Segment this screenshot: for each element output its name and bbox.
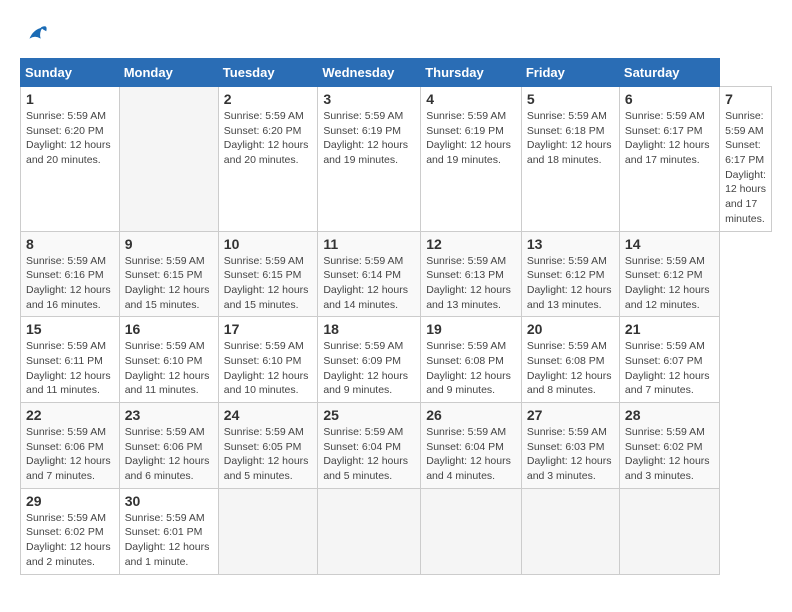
calendar-cell-1: 1Sunrise: 5:59 AMSunset: 6:20 PMDaylight… [21, 87, 120, 232]
calendar-cell-19: 19Sunrise: 5:59 AMSunset: 6:08 PMDayligh… [421, 317, 522, 403]
calendar-cell-empty-3-3 [318, 488, 421, 574]
calendar-cell-20: 20Sunrise: 5:59 AMSunset: 6:08 PMDayligh… [521, 317, 619, 403]
logo-bird-icon [22, 20, 50, 48]
calendar-week-3: 15Sunrise: 5:59 AMSunset: 6:11 PMDayligh… [21, 317, 772, 403]
calendar-cell-16: 16Sunrise: 5:59 AMSunset: 6:10 PMDayligh… [119, 317, 218, 403]
calendar-cell-15: 15Sunrise: 5:59 AMSunset: 6:11 PMDayligh… [21, 317, 120, 403]
calendar-week-5: 29Sunrise: 5:59 AMSunset: 6:02 PMDayligh… [21, 488, 772, 574]
calendar-week-1: 1Sunrise: 5:59 AMSunset: 6:20 PMDaylight… [21, 87, 772, 232]
calendar-header-thursday: Thursday [421, 59, 522, 87]
calendar-cell-28: 28Sunrise: 5:59 AMSunset: 6:02 PMDayligh… [619, 403, 719, 489]
calendar-cell-empty-3-6 [619, 488, 719, 574]
calendar-cell-23: 23Sunrise: 5:59 AMSunset: 6:06 PMDayligh… [119, 403, 218, 489]
calendar-cell-empty-3-2 [218, 488, 318, 574]
calendar-header-row: SundayMondayTuesdayWednesdayThursdayFrid… [21, 59, 772, 87]
calendar-cell-13: 13Sunrise: 5:59 AMSunset: 6:12 PMDayligh… [521, 231, 619, 317]
calendar-cell-6: 6Sunrise: 5:59 AMSunset: 6:17 PMDaylight… [619, 87, 719, 232]
calendar-cell-9: 9Sunrise: 5:59 AMSunset: 6:15 PMDaylight… [119, 231, 218, 317]
calendar-cell-4: 4Sunrise: 5:59 AMSunset: 6:19 PMDaylight… [421, 87, 522, 232]
calendar-cell-24: 24Sunrise: 5:59 AMSunset: 6:05 PMDayligh… [218, 403, 318, 489]
calendar-cell-26: 26Sunrise: 5:59 AMSunset: 6:04 PMDayligh… [421, 403, 522, 489]
calendar-header-tuesday: Tuesday [218, 59, 318, 87]
calendar-cell-18: 18Sunrise: 5:59 AMSunset: 6:09 PMDayligh… [318, 317, 421, 403]
calendar-header-saturday: Saturday [619, 59, 719, 87]
calendar-cell-12: 12Sunrise: 5:59 AMSunset: 6:13 PMDayligh… [421, 231, 522, 317]
calendar-cell-empty-3-5 [521, 488, 619, 574]
calendar-cell-29: 29Sunrise: 5:59 AMSunset: 6:02 PMDayligh… [21, 488, 120, 574]
calendar-week-2: 8Sunrise: 5:59 AMSunset: 6:16 PMDaylight… [21, 231, 772, 317]
calendar-cell-11: 11Sunrise: 5:59 AMSunset: 6:14 PMDayligh… [318, 231, 421, 317]
calendar-cell-8: 8Sunrise: 5:59 AMSunset: 6:16 PMDaylight… [21, 231, 120, 317]
calendar-cell-14: 14Sunrise: 5:59 AMSunset: 6:12 PMDayligh… [619, 231, 719, 317]
calendar-cell-17: 17Sunrise: 5:59 AMSunset: 6:10 PMDayligh… [218, 317, 318, 403]
calendar-cell-21: 21Sunrise: 5:59 AMSunset: 6:07 PMDayligh… [619, 317, 719, 403]
calendar-header-monday: Monday [119, 59, 218, 87]
logo [20, 20, 50, 48]
calendar-cell-27: 27Sunrise: 5:59 AMSunset: 6:03 PMDayligh… [521, 403, 619, 489]
calendar-cell-2: 2Sunrise: 5:59 AMSunset: 6:20 PMDaylight… [218, 87, 318, 232]
calendar-header-friday: Friday [521, 59, 619, 87]
calendar-week-4: 22Sunrise: 5:59 AMSunset: 6:06 PMDayligh… [21, 403, 772, 489]
calendar-cell-empty-0 [119, 87, 218, 232]
calendar-cell-25: 25Sunrise: 5:59 AMSunset: 6:04 PMDayligh… [318, 403, 421, 489]
calendar-table: SundayMondayTuesdayWednesdayThursdayFrid… [20, 58, 772, 575]
calendar-header-sunday: Sunday [21, 59, 120, 87]
calendar-cell-5: 5Sunrise: 5:59 AMSunset: 6:18 PMDaylight… [521, 87, 619, 232]
calendar-cell-7: 7Sunrise: 5:59 AMSunset: 6:17 PMDaylight… [720, 87, 772, 232]
page-header [20, 20, 772, 48]
calendar-cell-22: 22Sunrise: 5:59 AMSunset: 6:06 PMDayligh… [21, 403, 120, 489]
calendar-cell-empty-3-4 [421, 488, 522, 574]
calendar-cell-3: 3Sunrise: 5:59 AMSunset: 6:19 PMDaylight… [318, 87, 421, 232]
calendar-cell-10: 10Sunrise: 5:59 AMSunset: 6:15 PMDayligh… [218, 231, 318, 317]
calendar-cell-30: 30Sunrise: 5:59 AMSunset: 6:01 PMDayligh… [119, 488, 218, 574]
calendar-header-wednesday: Wednesday [318, 59, 421, 87]
